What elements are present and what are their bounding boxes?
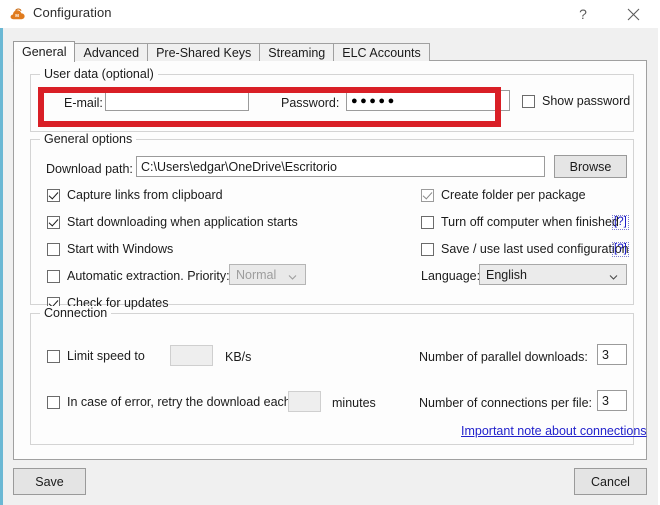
download-path-value: C:\Users\edgar\OneDrive\Escritorio [141, 159, 337, 174]
help-button[interactable]: ? [560, 0, 606, 28]
configuration-window: M Configuration ? General Advanced Pre-S… [0, 0, 660, 505]
limit-speed-checkbox-box [47, 349, 60, 363]
cloud-icon: M [10, 7, 26, 21]
save-config-checkbox[interactable]: Save / use last used configuration [421, 241, 629, 257]
turn-off-computer-label: Turn off computer when finished [441, 215, 619, 229]
parallel-downloads-input[interactable]: 3 [597, 344, 627, 365]
retry-minutes-input[interactable] [288, 391, 321, 412]
create-folder-checkbox[interactable]: Create folder per package [421, 187, 586, 203]
limit-speed-checkbox[interactable]: Limit speed to [47, 348, 145, 364]
tab-strip: General Advanced Pre-Shared Keys Streami… [13, 40, 430, 62]
start-downloading-label: Start downloading when application start… [67, 215, 298, 229]
cancel-button[interactable]: Cancel [574, 468, 647, 495]
tab-panel-general: User data (optional) E-mail: Password: ●… [13, 60, 647, 460]
password-input-value: ●●●●● [351, 94, 397, 107]
save-button-label: Save [35, 474, 64, 489]
language-dropdown[interactable]: English [479, 264, 627, 285]
parallel-downloads-value: 3 [602, 347, 609, 362]
user-data-group-title: User data (optional) [40, 67, 158, 81]
start-downloading-checkbox-box [47, 215, 60, 229]
automatic-extraction-checkbox[interactable]: Automatic extraction. Priority: [47, 268, 230, 284]
download-path-label: Download path: [46, 162, 133, 176]
retry-download-checkbox[interactable]: In case of error, retry the download eac… [47, 394, 291, 410]
help-button-label: ? [579, 6, 587, 22]
limit-speed-label: Limit speed to [67, 349, 145, 363]
email-input[interactable] [105, 90, 249, 111]
language-dropdown-value: English [486, 267, 527, 282]
chevron-down-icon [609, 270, 618, 280]
cancel-button-label: Cancel [591, 474, 630, 489]
start-with-windows-checkbox-box [47, 242, 60, 256]
save-config-help-link[interactable]: [?] [612, 242, 629, 257]
password-input[interactable]: ●●●●● [346, 90, 510, 111]
window-title: Configuration [33, 5, 112, 20]
parallel-downloads-label: Number of parallel downloads: [419, 350, 588, 364]
important-note-link[interactable]: Important note about connections [461, 424, 647, 438]
tab-streaming[interactable]: Streaming [259, 43, 335, 61]
show-password-label: Show password [542, 94, 631, 108]
tab-elc-accounts-label: ELC Accounts [342, 45, 421, 60]
general-options-group: General options Download path: C:\Users\… [30, 132, 634, 310]
capture-links-checkbox-box [47, 188, 60, 202]
start-with-windows-checkbox[interactable]: Start with Windows [47, 241, 173, 257]
save-config-checkbox-box [421, 242, 434, 256]
tab-advanced[interactable]: Advanced [74, 43, 149, 61]
user-data-group: User data (optional) E-mail: Password: ●… [30, 67, 634, 132]
start-downloading-checkbox[interactable]: Start downloading when application start… [47, 214, 298, 230]
tab-general-label: General [22, 44, 67, 59]
create-folder-checkbox-box [421, 188, 434, 202]
language-label: Language: [421, 269, 481, 283]
browse-button-label: Browse [569, 159, 612, 174]
tab-advanced-label: Advanced [83, 45, 140, 60]
show-password-checkbox-box [522, 94, 535, 108]
minutes-label: minutes [332, 396, 376, 410]
svg-text:M: M [15, 13, 19, 18]
connection-group: Connection Limit speed to KB/s In case o… [30, 306, 647, 445]
general-options-group-title: General options [40, 132, 137, 146]
browse-button[interactable]: Browse [554, 155, 627, 178]
title-bar: M Configuration ? [0, 0, 660, 28]
tab-streaming-label: Streaming [268, 45, 326, 60]
tab-pre-shared-keys[interactable]: Pre-Shared Keys [147, 43, 261, 61]
connections-per-file-label: Number of connections per file: [419, 396, 593, 410]
tab-general[interactable]: General [13, 41, 76, 62]
kbs-label: KB/s [225, 350, 252, 364]
start-with-windows-label: Start with Windows [67, 242, 174, 256]
close-button[interactable] [610, 0, 656, 28]
automatic-extraction-label: Automatic extraction. Priority: [67, 269, 230, 283]
tab-pre-shared-keys-label: Pre-Shared Keys [156, 45, 252, 60]
show-password-checkbox[interactable]: Show password [522, 93, 630, 109]
download-path-input[interactable]: C:\Users\edgar\OneDrive\Escritorio [136, 156, 545, 177]
capture-links-label: Capture links from clipboard [67, 188, 223, 202]
save-button[interactable]: Save [13, 468, 86, 495]
create-folder-label: Create folder per package [441, 188, 586, 202]
limit-speed-input[interactable] [170, 345, 213, 366]
capture-links-checkbox[interactable]: Capture links from clipboard [47, 187, 223, 203]
email-label: E-mail: [64, 96, 103, 110]
save-config-label: Save / use last used configuration [441, 242, 629, 256]
turn-off-computer-checkbox[interactable]: Turn off computer when finished [421, 214, 619, 230]
connection-group-title: Connection [40, 306, 112, 320]
password-label: Password: [281, 96, 340, 110]
turn-off-computer-checkbox-box [421, 215, 434, 229]
close-icon [627, 8, 640, 21]
connections-per-file-value: 3 [602, 393, 609, 408]
tab-elc-accounts[interactable]: ELC Accounts [333, 43, 430, 61]
retry-download-label: In case of error, retry the download eac… [67, 395, 291, 409]
automatic-extraction-checkbox-box [47, 269, 60, 283]
turn-off-computer-help-link[interactable]: [?] [612, 215, 629, 230]
connections-per-file-input[interactable]: 3 [597, 390, 627, 411]
priority-dropdown-value: Normal [236, 267, 277, 282]
retry-download-checkbox-box [47, 395, 60, 409]
window-left-accent [0, 28, 3, 505]
priority-dropdown[interactable]: Normal [229, 264, 306, 285]
chevron-down-icon [288, 270, 297, 280]
